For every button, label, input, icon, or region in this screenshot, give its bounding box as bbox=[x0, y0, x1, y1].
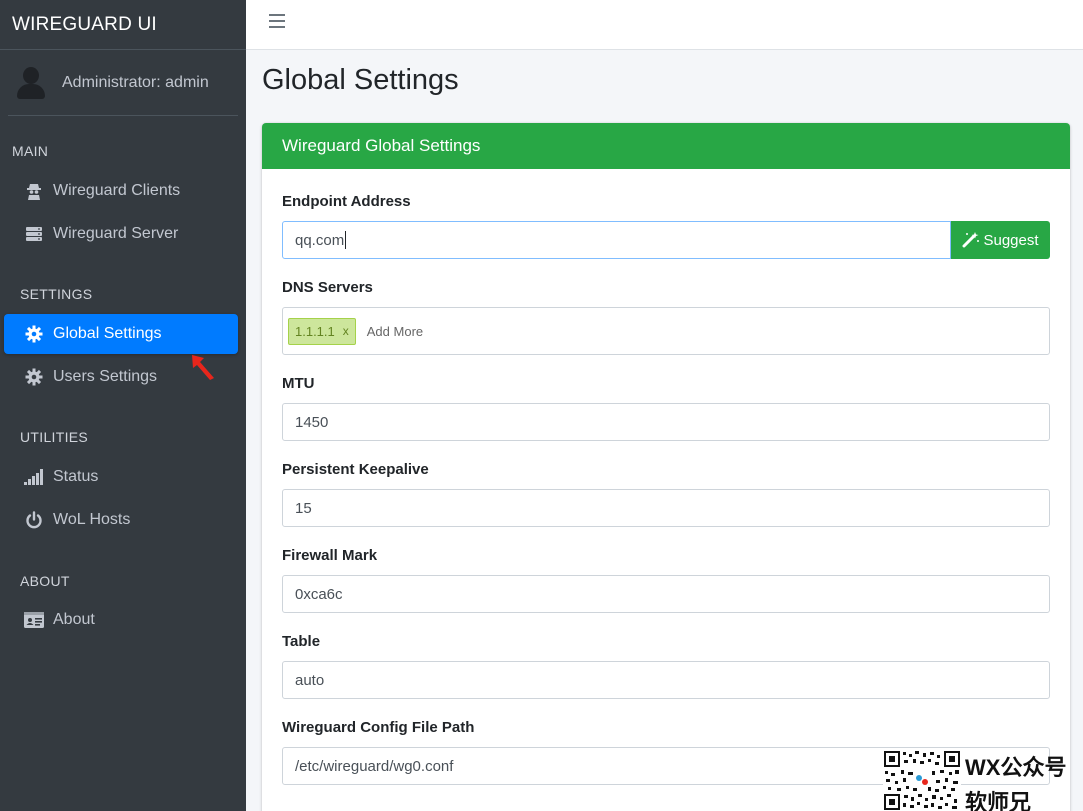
user-panel: Administrator: admin bbox=[8, 50, 238, 116]
sidebar-item-label: Wireguard Server bbox=[53, 225, 179, 242]
annotation-arrow-icon bbox=[192, 355, 214, 380]
table-value: auto bbox=[295, 671, 325, 689]
server-icon bbox=[24, 224, 44, 244]
dns-servers-tag-input[interactable]: 1.1.1.1 x Add More bbox=[282, 307, 1050, 355]
firewall-mark-value: 0xca6c bbox=[295, 585, 343, 603]
magic-wand-icon bbox=[962, 232, 980, 248]
brand-title[interactable]: WIREGUARD UI bbox=[0, 0, 246, 50]
config-path-label: Wireguard Config File Path bbox=[282, 719, 475, 736]
firewall-mark-input[interactable]: 0xca6c bbox=[282, 575, 1050, 613]
menu-toggle-icon[interactable] bbox=[269, 14, 285, 28]
sidebar-item-label: Users Settings bbox=[53, 368, 158, 385]
signal-icon bbox=[24, 467, 44, 487]
card-title: Wireguard Global Settings bbox=[262, 123, 1070, 169]
sidebar-item-wireguard-clients[interactable]: Wireguard Clients bbox=[4, 171, 238, 211]
suggest-button[interactable]: Suggest bbox=[951, 221, 1050, 259]
keepalive-label: Persistent Keepalive bbox=[282, 461, 429, 478]
watermark-line1: WX公众号 bbox=[965, 755, 1067, 780]
sidebar-item-wireguard-server[interactable]: Wireguard Server bbox=[4, 214, 238, 254]
nav-header-main: MAIN bbox=[12, 143, 49, 159]
user-secret-icon bbox=[24, 181, 44, 201]
mtu-value: 1450 bbox=[295, 413, 329, 431]
dns-tag-remove-button[interactable]: x bbox=[343, 324, 349, 338]
sidebar-item-label: WoL Hosts bbox=[53, 511, 131, 528]
config-path-value: /etc/wireguard/wg0.conf bbox=[295, 757, 454, 775]
page-title: Global Settings bbox=[262, 64, 459, 96]
table-input[interactable]: auto bbox=[282, 661, 1050, 699]
mtu-input[interactable]: 1450 bbox=[282, 403, 1050, 441]
sidebar-item-label: About bbox=[53, 611, 95, 628]
power-icon bbox=[24, 510, 44, 530]
suggest-label: Suggest bbox=[983, 231, 1039, 249]
nav-header-about: ABOUT bbox=[20, 573, 70, 589]
endpoint-label: Endpoint Address bbox=[282, 193, 411, 210]
endpoint-value: qq.com bbox=[295, 231, 345, 249]
endpoint-address-input[interactable]: qq.com bbox=[282, 221, 951, 259]
dns-add-more-input[interactable]: Add More bbox=[367, 324, 423, 339]
sidebar: WIREGUARD UI Administrator: admin MAIN W… bbox=[0, 0, 246, 811]
dns-label: DNS Servers bbox=[282, 279, 373, 296]
gear-icon bbox=[24, 324, 44, 344]
sidebar-item-global-settings[interactable]: Global Settings bbox=[4, 314, 238, 354]
dns-tag: 1.1.1.1 x bbox=[288, 317, 356, 345]
mtu-label: MTU bbox=[282, 375, 315, 392]
user-avatar-icon bbox=[16, 66, 46, 99]
dns-tag-value: 1.1.1.1 bbox=[295, 323, 335, 339]
text-caret bbox=[345, 231, 347, 249]
keepalive-value: 15 bbox=[295, 499, 312, 517]
sidebar-item-status[interactable]: Status bbox=[4, 457, 238, 497]
user-name[interactable]: Administrator: admin bbox=[62, 74, 209, 92]
id-card-icon bbox=[24, 610, 44, 630]
global-settings-card: Wireguard Global Settings Endpoint Addre… bbox=[262, 123, 1070, 811]
gear-icon bbox=[24, 367, 44, 387]
firewall-mark-label: Firewall Mark bbox=[282, 547, 378, 564]
sidebar-item-wol-hosts[interactable]: WoL Hosts bbox=[4, 500, 238, 540]
sidebar-item-label: Global Settings bbox=[53, 325, 162, 342]
topbar bbox=[246, 0, 1083, 50]
sidebar-item-label: Wireguard Clients bbox=[53, 182, 181, 199]
sidebar-item-label: Status bbox=[53, 468, 99, 485]
sidebar-item-about[interactable]: About bbox=[4, 600, 238, 640]
watermark: WX公众号 软师兄 bbox=[883, 750, 1083, 811]
persistent-keepalive-input[interactable]: 15 bbox=[282, 489, 1050, 527]
qr-code-icon bbox=[883, 750, 961, 811]
watermark-line2: 软师兄 bbox=[965, 790, 1032, 811]
nav-header-utilities: UTILITIES bbox=[20, 429, 89, 445]
table-label: Table bbox=[282, 633, 321, 650]
nav-header-settings: SETTINGS bbox=[20, 286, 93, 302]
